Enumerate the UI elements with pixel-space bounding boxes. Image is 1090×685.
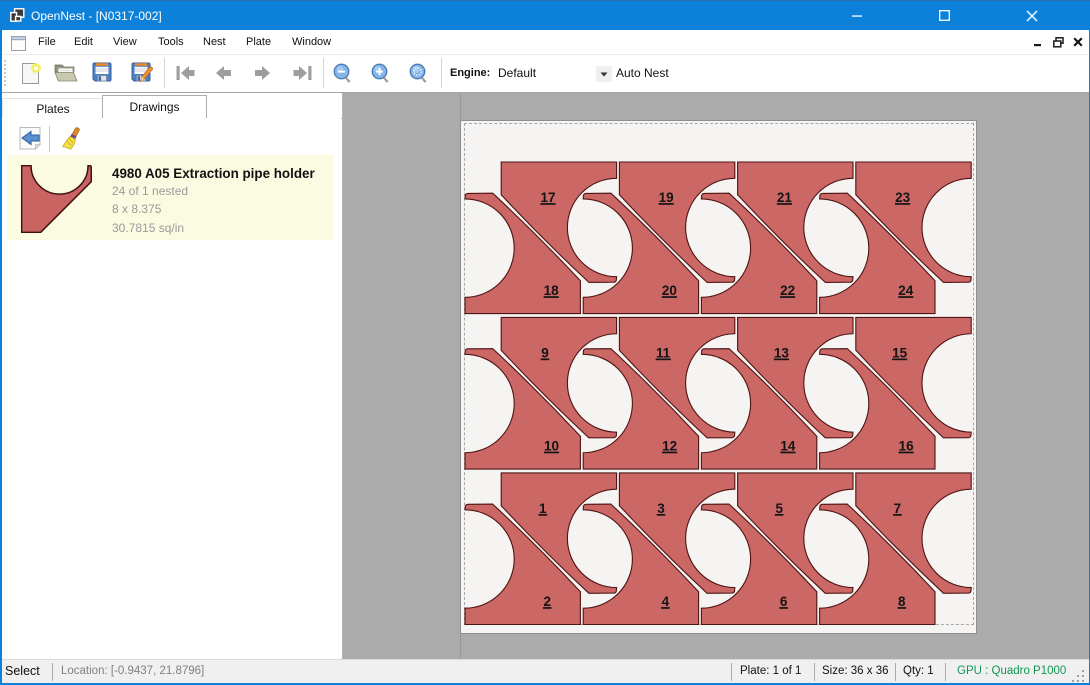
svg-text:9: 9 [541, 345, 549, 360]
svg-text:7: 7 [894, 501, 902, 516]
svg-text:10: 10 [544, 439, 559, 454]
svg-text:22: 22 [780, 283, 795, 298]
svg-text:21: 21 [777, 190, 793, 205]
svg-text:4: 4 [662, 594, 670, 609]
svg-text:5: 5 [775, 501, 783, 516]
svg-text:15: 15 [892, 345, 908, 360]
svg-text:6: 6 [780, 594, 788, 609]
svg-text:16: 16 [899, 439, 915, 454]
svg-text:24: 24 [898, 283, 914, 298]
svg-text:17: 17 [540, 190, 555, 205]
svg-text:1: 1 [539, 501, 547, 516]
svg-text:2: 2 [543, 594, 551, 609]
svg-text:8: 8 [898, 594, 906, 609]
svg-text:23: 23 [895, 190, 911, 205]
svg-text:12: 12 [662, 439, 677, 454]
svg-text:13: 13 [774, 345, 790, 360]
svg-text:20: 20 [662, 283, 677, 298]
svg-text:14: 14 [780, 439, 796, 454]
svg-text:19: 19 [659, 190, 674, 205]
svg-text:18: 18 [544, 283, 560, 298]
svg-text:3: 3 [657, 501, 665, 516]
svg-text:11: 11 [656, 345, 671, 360]
